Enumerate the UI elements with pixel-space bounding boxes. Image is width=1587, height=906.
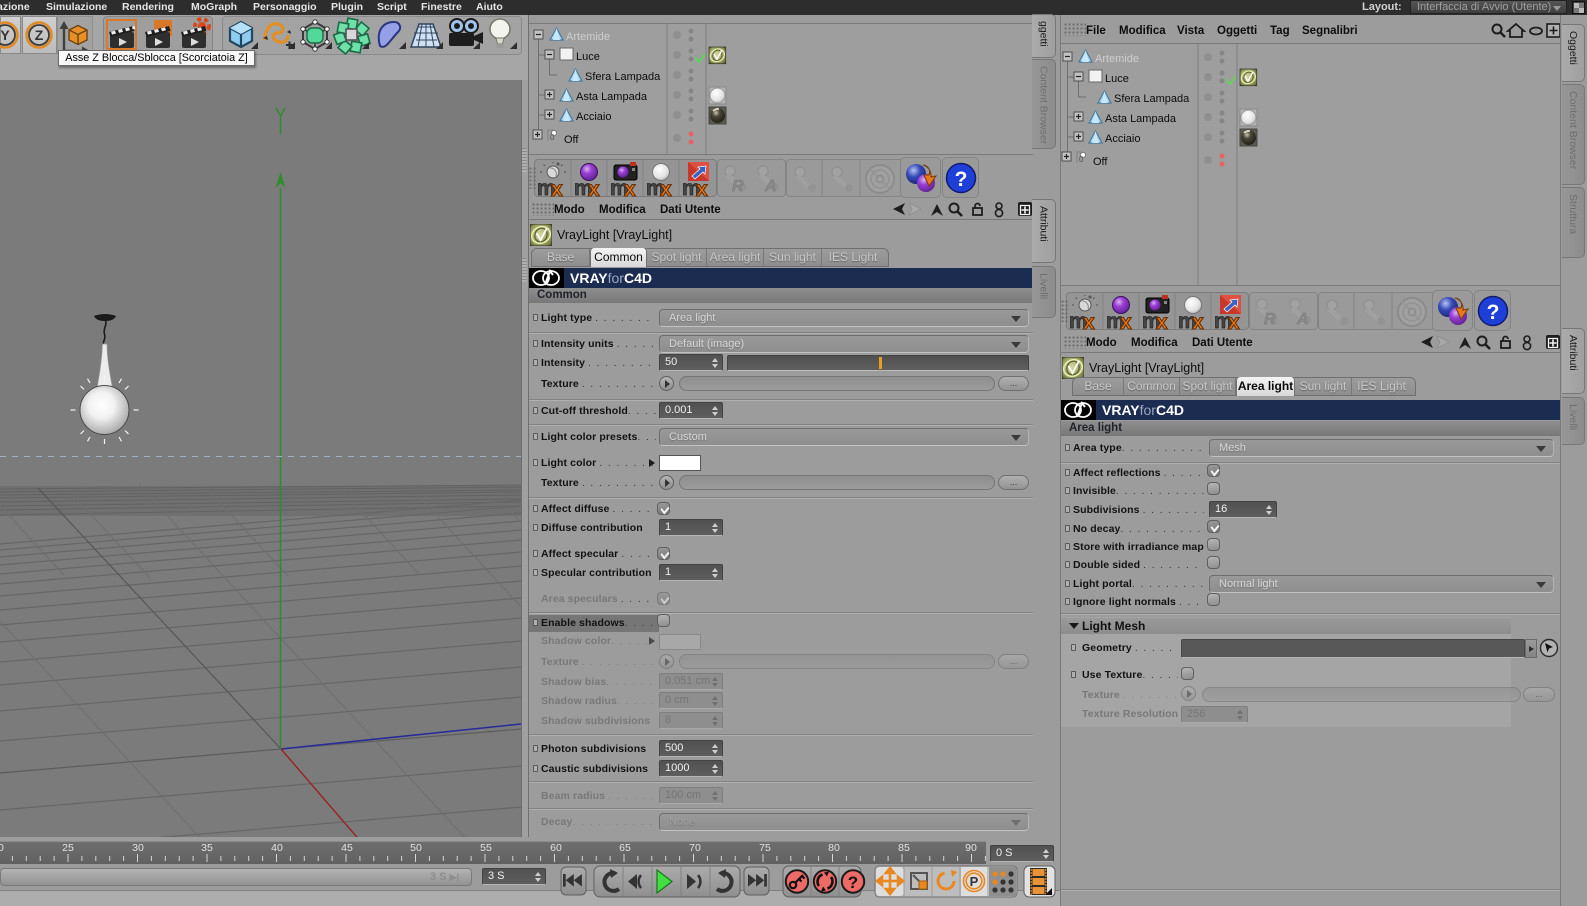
svg-text:Asta Lampada: Asta Lampada (1105, 113, 1177, 125)
svg-text:85: 85 (898, 842, 910, 854)
svg-text:Off: Off (564, 134, 579, 146)
svg-text:Sfera Lampada: Sfera Lampada (1114, 93, 1190, 105)
svg-text:20: 20 (0, 842, 4, 854)
svg-text:75: 75 (759, 842, 771, 854)
svg-text:Y: Y (0, 27, 10, 43)
svg-text:65: 65 (619, 842, 631, 854)
svg-text:45: 45 (341, 842, 353, 854)
svg-text:Artemide: Artemide (566, 31, 610, 43)
svg-text:80: 80 (828, 842, 840, 854)
svg-text:50: 50 (410, 842, 422, 854)
svg-text:70: 70 (689, 842, 701, 854)
svg-text:?: ? (848, 873, 858, 892)
svg-text:P: P (970, 874, 979, 889)
svg-text:R: R (1264, 311, 1276, 328)
svg-text:Sfera Lampada: Sfera Lampada (585, 71, 661, 83)
svg-text:Asta Lampada: Asta Lampada (576, 91, 648, 103)
svg-text:Z: Z (35, 27, 44, 43)
svg-text:A: A (764, 178, 777, 195)
svg-text:40: 40 (271, 842, 283, 854)
svg-text:25: 25 (62, 842, 74, 854)
svg-text:A: A (1296, 311, 1309, 328)
svg-text:30: 30 (132, 842, 144, 854)
svg-text:Luce: Luce (576, 51, 600, 63)
svg-text:Luce: Luce (1105, 73, 1129, 85)
svg-text:55: 55 (480, 842, 492, 854)
svg-text:90: 90 (965, 842, 977, 854)
svg-text:Acciaio: Acciaio (576, 111, 611, 123)
svg-text:Off: Off (1093, 156, 1108, 168)
svg-text:R: R (732, 178, 744, 195)
svg-text:Artemide: Artemide (1095, 53, 1139, 65)
svg-text:Acciaio: Acciaio (1105, 133, 1140, 145)
svg-text:35: 35 (201, 842, 213, 854)
svg-text:60: 60 (550, 842, 562, 854)
